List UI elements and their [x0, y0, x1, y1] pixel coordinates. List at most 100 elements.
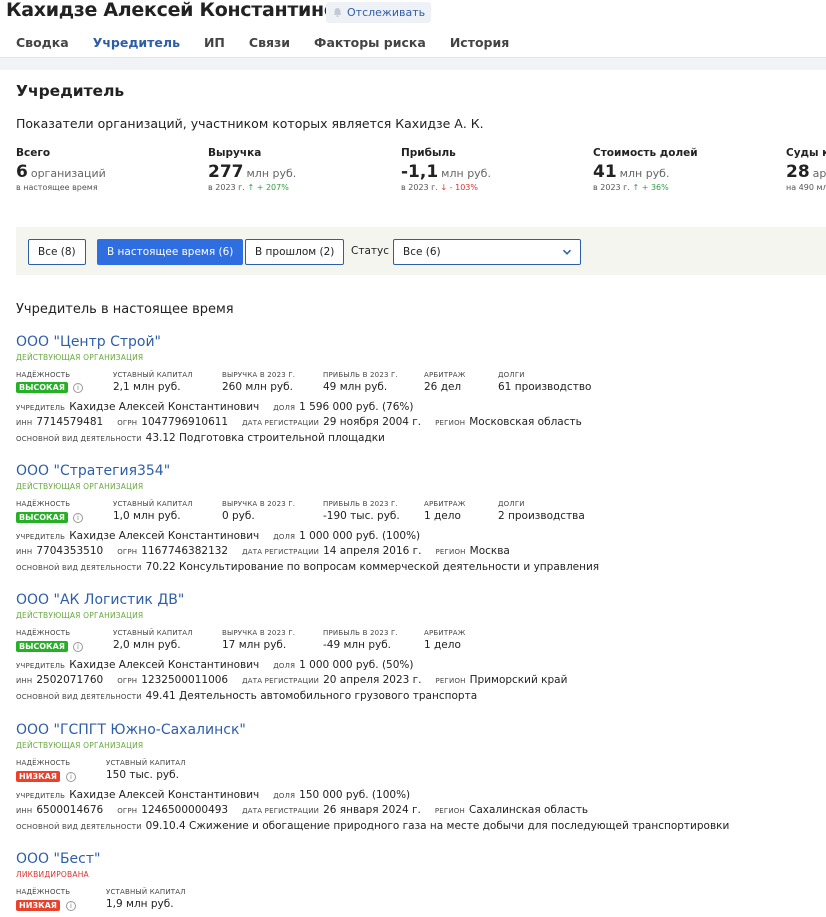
metric-label: Стоимость долей	[593, 147, 698, 159]
org-name-link[interactable]: ООО "АК Логистик ДВ"	[16, 592, 184, 608]
activity-value: 70.22 Консультирование по вопросам комме…	[145, 561, 600, 573]
inn-value: 2502071760	[36, 674, 104, 686]
activity-value: 43.12 Подготовка строительной площадки	[145, 432, 385, 444]
inn-caption: ИНН	[16, 419, 33, 427]
inn-value: 7714579481	[36, 416, 104, 428]
activity-row: ОСНОВНОЙ ВИД ДЕЯТЕЛЬНОСТИ 43.12 Подготовк…	[16, 432, 385, 444]
revenue-value: 0 руб.	[222, 510, 255, 522]
inn-value: 7704353510	[36, 545, 104, 557]
revenue-value: 260 млн руб.	[222, 381, 293, 393]
metric-value: 41	[593, 162, 617, 182]
status-select-value: Все (6)	[403, 246, 441, 258]
ogrn-value: 1232500011006	[141, 674, 229, 686]
chevron-down-icon	[562, 249, 572, 255]
activity-row: ОСНОВНОЙ ВИД ДЕЯТЕЛЬНОСТИ 70.22 Консульти…	[16, 561, 599, 573]
ogrn-caption: ОГРН	[117, 807, 138, 815]
metric-value: -1,1	[401, 162, 439, 182]
founder-value: Кахидзе Алексей Константинович	[69, 401, 260, 413]
metric-unit: организаций	[30, 167, 106, 180]
activity-row: ОСНОВНОЙ ВИД ДЕЯТЕЛЬНОСТИ 49.41 Деятельно…	[16, 690, 477, 702]
regdate-value: 20 апреля 2023 г.	[323, 674, 422, 686]
ogrn-value: 1246500000493	[141, 804, 229, 816]
regdate-caption: ДАТА РЕГИСТРАЦИИ	[242, 807, 320, 815]
metric-delta: ↑ + 207%	[247, 183, 289, 192]
org-name-link[interactable]: ООО "ГСПГТ Южно-Сахалинск"	[16, 722, 246, 738]
share-caption: ДОЛЯ	[273, 792, 296, 800]
tab-connections[interactable]: Связи	[237, 34, 302, 58]
debts-caption: ДОЛГИ	[498, 371, 525, 379]
bell-icon	[333, 8, 342, 18]
metric-value: 277	[208, 162, 244, 182]
org-status: ДЕЙСТВУЮЩАЯ ОРГАНИЗАЦИЯ	[16, 611, 144, 620]
info-icon[interactable]: i	[73, 642, 83, 652]
share-caption: ДОЛЯ	[273, 662, 296, 670]
org-name-link[interactable]: ООО "Бест"	[16, 851, 100, 867]
reliability-caption: НАДЁЖНОСТЬ	[16, 371, 71, 379]
inn-caption: ИНН	[16, 548, 33, 556]
info-icon[interactable]: i	[66, 901, 76, 911]
info-icon[interactable]: i	[73, 513, 83, 523]
capital-value: 150 тыс. руб.	[106, 769, 179, 781]
activity-caption: ОСНОВНОЙ ВИД ДЕЯТЕЛЬНОСТИ	[16, 693, 142, 701]
section-title: Учредитель	[16, 82, 125, 100]
reliability-caption: НАДЁЖНОСТЬ	[16, 759, 71, 767]
founder-row: УЧРЕДИТЕЛЬ Кахидзе Алексей Константинович…	[16, 659, 413, 671]
info-icon[interactable]: i	[66, 772, 76, 782]
section-subtitle: Показатели организаций, участником котор…	[16, 116, 484, 131]
activity-caption: ОСНОВНОЙ ВИД ДЕЯТЕЛЬНОСТИ	[16, 435, 142, 443]
profit-caption: ПРИБЫЛЬ В 2023 Г.	[323, 500, 398, 508]
tab-bar: Сводка Учредитель ИП Связи Факторы риска…	[0, 34, 521, 60]
org-card: ООО "Центр Строй" ДЕЙСТВУЮЩАЯ ОРГАНИЗАЦИ…	[16, 334, 826, 449]
capital-caption: УСТАВНЫЙ КАПИТАЛ	[106, 888, 186, 896]
arbitrage-caption: АРБИТРАЖ	[424, 500, 466, 508]
arbitrage-caption: АРБИТРАЖ	[424, 629, 466, 637]
tab-risk-factors[interactable]: Факторы риска	[302, 34, 438, 58]
debts-caption: ДОЛГИ	[498, 500, 525, 508]
org-status: ЛИКВИДИРОВАНА	[16, 870, 89, 879]
founder-value: Кахидзе Алексей Константинович	[69, 789, 260, 801]
metric-label: Прибыль	[401, 147, 456, 159]
follow-button[interactable]: Отслеживать	[326, 2, 432, 23]
org-card: ООО "Бест" ЛИКВИДИРОВАНА НАДЁЖНОСТЬ НИЗК…	[16, 851, 826, 917]
tab-summary[interactable]: Сводка	[0, 34, 81, 58]
regdate-value: 26 января 2024 г.	[323, 804, 421, 816]
org-name-link[interactable]: ООО "Стратегия354"	[16, 463, 170, 479]
filter-past-button[interactable]: В прошлом (2)	[245, 239, 345, 265]
tab-history[interactable]: История	[438, 34, 521, 58]
capital-caption: УСТАВНЫЙ КАПИТАЛ	[113, 500, 193, 508]
region-caption: РЕГИОН	[435, 677, 466, 685]
region-caption: РЕГИОН	[435, 548, 466, 556]
region-caption: РЕГИОН	[434, 807, 465, 815]
founder-caption: УЧРЕДИТЕЛЬ	[16, 533, 66, 541]
ogrn-caption: ОГРН	[117, 548, 138, 556]
metric-value: 28	[786, 162, 810, 182]
tab-ip[interactable]: ИП	[192, 34, 237, 58]
region-value: Московская область	[469, 416, 582, 428]
regdate-caption: ДАТА РЕГИСТРАЦИИ	[242, 419, 320, 427]
activity-value: 09.10.4 Сжижение и обогащение природного…	[145, 820, 730, 832]
founder-row: УЧРЕДИТЕЛЬ Кахидзе Алексей Константинович…	[16, 789, 410, 801]
capital-caption: УСТАВНЫЙ КАПИТАЛ	[113, 629, 193, 637]
org-name-link[interactable]: ООО "Центр Строй"	[16, 334, 161, 350]
activity-value: 49.41 Деятельность автомобильного грузов…	[145, 690, 478, 702]
status-select[interactable]: Все (6)	[393, 239, 581, 265]
ids-row: ИНН 7704353510 ОГРН 1167746382132 ДАТА РЕГИС…	[16, 545, 510, 557]
metric-unit: млн руб.	[441, 167, 491, 180]
reliability-caption: НАДЁЖНОСТЬ	[16, 500, 71, 508]
filter-current-button[interactable]: В настоящее время (6)	[97, 239, 244, 265]
ogrn-caption: ОГРН	[117, 419, 138, 427]
tab-founder[interactable]: Учредитель	[81, 34, 192, 60]
metric-note: в 2023 г.	[208, 183, 245, 192]
metric-unit: млн руб.	[246, 167, 297, 180]
revenue-caption: ВЫРУЧКА В 2023 Г.	[222, 500, 296, 508]
reliability-caption: НАДЁЖНОСТЬ	[16, 629, 71, 637]
filter-all-button[interactable]: Все (8)	[28, 239, 86, 265]
inn-value: 6500014676	[36, 804, 104, 816]
org-card: ООО "Стратегия354" ДЕЙСТВУЮЩАЯ ОРГАНИЗАЦ…	[16, 463, 826, 578]
org-status: ДЕЙСТВУЮЩАЯ ОРГАНИЗАЦИЯ	[16, 353, 144, 362]
info-icon[interactable]: i	[73, 383, 83, 393]
profit-caption: ПРИБЫЛЬ В 2023 Г.	[323, 371, 398, 379]
arbitrage-value: 1 дело	[424, 639, 461, 651]
profit-value: 49 млн руб.	[323, 381, 388, 393]
capital-value: 1,0 млн руб.	[113, 510, 181, 522]
